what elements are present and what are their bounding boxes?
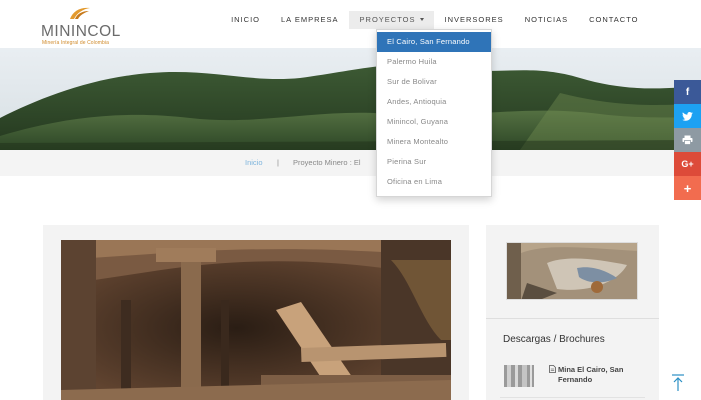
twitter-icon[interactable] — [674, 104, 701, 128]
twitter-bird-icon — [682, 111, 693, 121]
breadcrumb-home-link[interactable]: Inicio — [245, 158, 263, 167]
facebook-glyph: f — [685, 86, 690, 98]
hero-banner — [0, 48, 701, 150]
document-icon — [549, 365, 556, 373]
nav-la-empresa[interactable]: LA EMPRESA — [271, 11, 350, 29]
facebook-icon[interactable]: f — [674, 80, 701, 104]
arrow-up-icon[interactable] — [670, 374, 686, 392]
downloads-title: Descargas / Brochures — [503, 334, 605, 345]
site-header: MININCOL Minería Integral de Colombia IN… — [0, 0, 701, 48]
nav-proyectos-label: PROYECTOS — [359, 15, 416, 24]
mine-tunnel-image — [61, 240, 451, 400]
nav-proyectos[interactable]: PROYECTOS — [349, 11, 434, 29]
dropdown-item-andes-antioquia[interactable]: Andes, Antioquia — [377, 92, 491, 112]
nav-inversores[interactable]: INVERSORES — [434, 11, 514, 29]
share-plus-icon[interactable]: + — [674, 176, 701, 200]
project-thumbnail[interactable] — [506, 242, 638, 300]
dropdown-item-el-cairo[interactable]: El Cairo, San Fernando — [377, 32, 491, 52]
dropdown-item-minera-montealto[interactable]: Minera Montealto — [377, 132, 491, 152]
download-thumbnail[interactable] — [504, 365, 534, 387]
nav-noticias[interactable]: NOTICIAS — [514, 11, 578, 29]
rock-sample-image — [507, 243, 637, 299]
sidebar-divider — [486, 318, 659, 319]
dropdown-item-pierina-sur[interactable]: Pierina Sur — [377, 152, 491, 172]
dropdown-item-oficina-lima[interactable]: Oficina en Lima — [377, 172, 491, 192]
logo-name: MININCOL — [41, 23, 121, 40]
proyectos-dropdown: El Cairo, San Fernando Palermo Huila Sur… — [376, 29, 492, 197]
print-icon[interactable] — [674, 128, 701, 152]
main-nav: INICIO LA EMPRESA PROYECTOS INVERSORES N… — [221, 11, 649, 29]
printer-icon — [682, 135, 693, 145]
breadcrumb-current: Proyecto Minero : El — [293, 158, 361, 167]
logo-mark-icon — [70, 7, 90, 19]
share-plus-glyph: + — [683, 180, 692, 196]
mine-tunnel-photo — [61, 240, 451, 400]
caret-down-icon — [419, 17, 424, 21]
mountain-landscape-image — [0, 48, 701, 150]
social-share-bar: f G+ + — [674, 80, 701, 200]
download-link-el-cairo[interactable]: Mina El Cairo, San Fernando — [558, 365, 648, 385]
breadcrumb: Inicio | Proyecto Minero : El — [0, 150, 701, 176]
google-plus-icon[interactable]: G+ — [674, 152, 701, 176]
google-plus-glyph: G+ — [681, 159, 694, 169]
breadcrumb-separator: | — [277, 158, 279, 167]
dropdown-item-palermo-huila[interactable]: Palermo Huila — [377, 52, 491, 72]
brochure-thumbnail-image — [504, 365, 534, 387]
logo-tagline: Minería Integral de Colombia — [42, 40, 109, 46]
nav-inicio[interactable]: INICIO — [221, 11, 271, 29]
dropdown-item-minincol-guyana[interactable]: Minincol, Guyana — [377, 112, 491, 132]
dropdown-item-sur-de-bolivar[interactable]: Sur de Bolivar — [377, 72, 491, 92]
nav-contacto[interactable]: CONTACTO — [579, 11, 649, 29]
download-divider — [500, 397, 645, 398]
site-logo[interactable]: MININCOL Minería Integral de Colombia — [40, 4, 130, 46]
